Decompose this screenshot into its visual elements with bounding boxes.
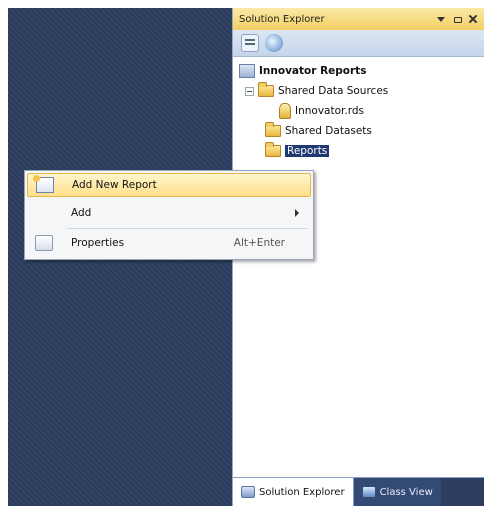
menu-item-add[interactable]: Add — [27, 201, 311, 225]
menu-item-label: Add — [71, 207, 92, 219]
solution-explorer-titlebar[interactable]: Solution Explorer — [233, 8, 484, 30]
tree-node-shared-data-sources[interactable]: Shared Data Sources — [239, 81, 484, 101]
shared-data-sources-label: Shared Data Sources — [278, 85, 389, 97]
tab-class-view-label: Class View — [379, 486, 433, 498]
collapse-icon[interactable] — [245, 86, 254, 96]
context-menu: Add New Report Add Properties Alt+Enter — [24, 170, 314, 260]
add-icon — [35, 205, 53, 221]
properties-icon — [35, 235, 53, 251]
folder-icon — [258, 82, 274, 97]
datasource-file-label: Innovator.rds — [295, 105, 364, 117]
solution-explorer-toolbar — [233, 30, 484, 57]
window-dropdown-icon[interactable] — [436, 14, 446, 24]
shared-datasets-label: Shared Datasets — [285, 125, 372, 137]
refresh-icon[interactable] — [265, 34, 283, 52]
menu-separator — [67, 228, 307, 229]
tree-node-project[interactable]: Innovator Reports — [239, 61, 484, 81]
pin-icon[interactable] — [452, 14, 462, 24]
solution-explorer-icon — [241, 486, 255, 498]
folder-icon — [265, 122, 281, 137]
menu-item-label: Add New Report — [72, 179, 157, 191]
properties-toolbar-icon[interactable] — [241, 34, 259, 52]
menu-item-label: Properties — [71, 237, 125, 249]
menu-item-shortcut: Alt+Enter — [233, 237, 285, 249]
tab-solution-explorer-label: Solution Explorer — [259, 486, 345, 498]
tree-node-datasource-file[interactable]: Innovator.rds — [239, 101, 484, 121]
solution-explorer-title: Solution Explorer — [239, 13, 325, 25]
tab-class-view[interactable]: Class View — [353, 478, 441, 506]
datasource-icon — [279, 103, 291, 119]
close-icon[interactable] — [468, 14, 478, 24]
reports-label: Reports — [285, 145, 330, 157]
tree-node-reports[interactable]: Reports — [239, 141, 484, 161]
menu-item-properties[interactable]: Properties Alt+Enter — [27, 231, 311, 255]
tree-node-shared-datasets[interactable]: Shared Datasets — [239, 121, 484, 141]
folder-icon — [265, 142, 281, 157]
panel-tab-strip: Solution Explorer Class View — [233, 477, 484, 506]
submenu-arrow-icon — [295, 209, 299, 217]
project-icon — [239, 64, 255, 78]
solution-tree: Innovator Reports Shared Data Sources In… — [233, 57, 484, 161]
add-new-report-icon — [33, 175, 54, 193]
tab-solution-explorer[interactable]: Solution Explorer — [233, 478, 354, 506]
project-label: Innovator Reports — [259, 65, 367, 77]
class-view-icon — [361, 486, 376, 498]
menu-item-add-new-report[interactable]: Add New Report — [27, 173, 311, 197]
